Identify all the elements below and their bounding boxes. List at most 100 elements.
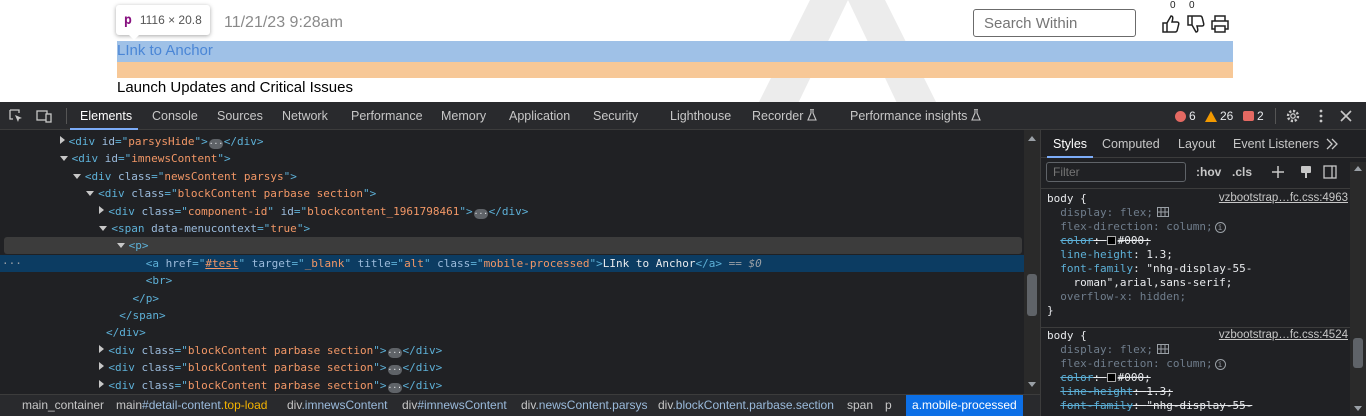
breadcrumb-item[interactable]: main#detail-content.top-load [116,395,267,416]
css-declaration[interactable]: color: #000; [1047,371,1151,385]
tab-network[interactable]: Network [282,102,328,130]
thumbs-down-icon[interactable] [1186,14,1206,34]
expand-arrow-icon[interactable] [99,379,105,388]
css-declaration[interactable]: line-height: 1.3; [1047,385,1173,399]
dom-node-row[interactable]: <div id="parsysHide">···</div> [0,133,1024,150]
flexbox-editor-icon[interactable] [1156,207,1169,217]
collapsed-content-icon[interactable]: ··· [387,365,402,376]
styles-scrollbar[interactable] [1350,162,1366,416]
settings-gear-icon[interactable] [1285,108,1301,124]
styles-filter-input[interactable] [1046,162,1186,182]
dom-tree-scrollbar[interactable] [1024,130,1040,394]
collapse-arrow-icon[interactable] [116,243,125,249]
scroll-down-arrow[interactable] [1028,382,1036,387]
inspect-element-icon[interactable] [8,108,24,124]
css-source-link[interactable]: vzbootstrap…fc.css:4524 [1219,329,1348,341]
print-icon[interactable] [1210,14,1230,34]
more-options-icon[interactable] [1313,108,1329,124]
breadcrumb-item[interactable]: div.blockContent.parbase.section [658,395,834,416]
collapse-arrow-icon[interactable] [59,156,68,162]
breadcrumb-item[interactable]: div.imnewsContent [287,395,388,416]
collapsed-content-icon[interactable]: ··· [473,208,488,219]
element-state-icon[interactable] [1299,165,1313,179]
collapsed-content-icon[interactable]: ··· [387,347,402,358]
dom-node-row[interactable]: <div class="newsContent parsys"> [0,168,1024,185]
css-source-link[interactable]: vzbootstrap…fc.css:4963 [1219,192,1348,204]
dom-node-row[interactable]: <p> [4,237,1022,255]
breadcrumb-item[interactable]: main_container [22,395,104,416]
tab-event-listeners[interactable]: Event Listeners [1233,130,1319,158]
info-icon[interactable]: i [1214,359,1226,370]
dom-node-row[interactable]: <div class="blockContent parbase section… [0,377,1024,394]
dom-node-row[interactable]: ··· <a href="#test" target="_blank" titl… [0,254,1024,272]
css-declaration[interactable]: flex-direction: column; i [1047,220,1226,234]
tab-memory[interactable]: Memory [441,102,486,130]
warning-counter[interactable]: 26 [1205,102,1233,130]
class-toggle[interactable]: .cls [1232,162,1252,182]
dom-node-row[interactable]: <br> [0,272,1024,289]
device-toolbar-icon[interactable] [36,108,52,124]
flexbox-editor-icon[interactable] [1156,344,1169,354]
css-declaration[interactable]: line-height: 1.3; [1047,248,1173,262]
thumbs-up-icon[interactable] [1161,14,1181,34]
styles-scroll-down-arrow[interactable] [1354,406,1362,411]
dom-node-row[interactable]: <div id="imnewsContent"> [0,150,1024,167]
breadcrumb-item[interactable]: a.mobile-processed [906,395,1023,416]
dom-node-row[interactable]: <div class="blockContent parbase section… [0,359,1024,376]
styles-scroll-up-arrow[interactable] [1354,166,1362,171]
tab-security[interactable]: Security [593,102,638,130]
css-rule-selector[interactable]: body { [1047,192,1087,206]
toggle-sidebar-icon[interactable] [1323,165,1337,179]
css-declaration[interactable]: overflow-x: hidden; [1047,290,1186,304]
tab-performance-insights[interactable]: Performance insights [850,102,982,130]
dom-node-row[interactable]: </p> [0,290,1024,307]
breadcrumb-item[interactable]: span [847,395,873,416]
collapse-arrow-icon[interactable] [86,191,95,197]
css-declaration[interactable]: display: flex; [1047,206,1169,220]
tab-performance[interactable]: Performance [351,102,423,130]
issues-counter[interactable]: 2 [1243,102,1264,130]
css-declaration[interactable]: display: flex; [1047,343,1169,357]
dom-node-row[interactable]: </div> [0,324,1024,341]
expand-arrow-icon[interactable] [59,136,65,144]
dom-node-row[interactable]: <span data-menucontext="true"> [0,220,1024,237]
close-devtools-icon[interactable] [1338,108,1354,124]
tab-application[interactable]: Application [509,102,570,130]
tab-styles[interactable]: Styles [1053,130,1087,158]
css-declaration[interactable]: color: #000; [1047,234,1151,248]
search-within-input[interactable] [973,9,1136,37]
tab-layout[interactable]: Layout [1178,130,1216,158]
color-swatch-icon[interactable] [1106,373,1116,382]
collapse-arrow-icon[interactable] [99,226,108,231]
dom-node-row[interactable]: <div class="blockContent parbase section… [0,185,1024,202]
anchor-link[interactable]: LInk to Anchor [117,42,213,59]
styles-scroll-thumb[interactable] [1353,338,1363,368]
attr-value[interactable]: #test [205,257,238,270]
tab-elements[interactable]: Elements [80,102,132,130]
tab-computed[interactable]: Computed [1102,130,1160,158]
tab-console[interactable]: Console [152,102,198,130]
breadcrumb-item[interactable]: p [885,395,892,416]
gutter-ellipsis[interactable]: ··· [2,255,22,272]
css-declaration[interactable]: flex-direction: column; i [1047,357,1226,371]
breadcrumb-item[interactable]: div#imnewsContent [402,395,507,416]
expand-arrow-icon[interactable] [99,362,105,371]
css-rule-selector[interactable]: body { [1047,329,1087,343]
dom-tree[interactable]: <div id="parsysHide">···</div> <div id="… [0,130,1024,394]
add-rule-icon[interactable] [1271,165,1285,179]
tab-sources[interactable]: Sources [217,102,263,130]
collapsed-content-icon[interactable]: ··· [387,382,402,393]
tab-recorder[interactable]: Recorder [752,102,818,130]
dom-tree-scroll-thumb[interactable] [1027,274,1037,316]
collapsed-content-icon[interactable]: ··· [208,139,223,149]
hover-state-toggle[interactable]: :hov [1196,162,1221,182]
breadcrumb-item[interactable]: div.newsContent.parsys [521,395,648,416]
tab-lighthouse[interactable]: Lighthouse [670,102,731,130]
error-counter[interactable]: 6 [1175,102,1196,130]
expand-arrow-icon[interactable] [99,205,105,214]
color-swatch-icon[interactable] [1106,236,1116,245]
scroll-up-arrow[interactable] [1028,136,1036,141]
dom-node-row[interactable]: </span> [0,307,1024,324]
css-declaration[interactable]: font-family: "nhg-display-55- roman",ari… [1047,262,1252,290]
css-declaration[interactable]: font-family: "nhg-display-55- [1047,399,1252,413]
